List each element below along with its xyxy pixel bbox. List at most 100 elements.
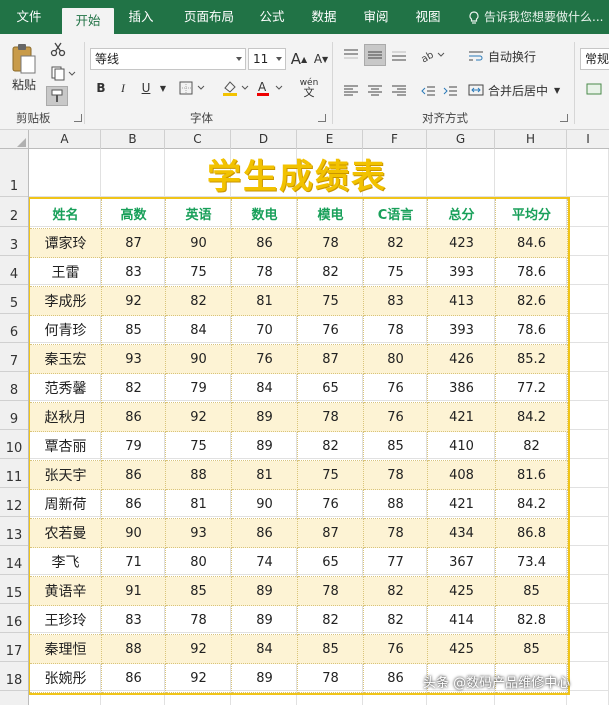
orientation-icon[interactable]: ab — [418, 44, 448, 66]
row-header[interactable]: 8 — [0, 372, 28, 401]
bold-button[interactable]: B — [92, 78, 110, 98]
table-cell[interactable]: 425 — [428, 635, 496, 664]
font-launcher-icon[interactable] — [318, 114, 326, 122]
borders-icon[interactable] — [178, 78, 208, 98]
table-cell[interactable]: 李飞 — [30, 548, 102, 577]
table-cell[interactable]: 82.6 — [496, 287, 568, 316]
table-cell[interactable]: 81.6 — [496, 461, 568, 490]
table-cell[interactable]: 75 — [298, 461, 364, 490]
table-cell[interactable]: 77 — [364, 548, 428, 577]
column-header-e[interactable]: E — [297, 130, 363, 149]
table-cell[interactable]: 92 — [166, 635, 232, 664]
alignment-launcher-icon[interactable] — [560, 114, 568, 122]
table-header-cell[interactable]: 模电 — [298, 199, 364, 229]
tab-insert[interactable]: 插入 — [118, 0, 164, 34]
table-header-cell[interactable]: C语言 — [364, 199, 428, 229]
table-cell[interactable]: 78 — [298, 577, 364, 606]
table-cell[interactable]: 393 — [428, 316, 496, 345]
table-cell[interactable]: 76 — [364, 374, 428, 403]
table-cell[interactable]: 425 — [428, 577, 496, 606]
wrap-text-button[interactable]: 自动换行 — [468, 46, 548, 66]
align-middle-icon[interactable] — [364, 44, 386, 66]
table-cell[interactable]: 76 — [364, 635, 428, 664]
table-cell[interactable]: 83 — [102, 258, 166, 287]
table-cell[interactable]: 83 — [102, 606, 166, 635]
table-cell[interactable]: 90 — [166, 345, 232, 374]
table-cell[interactable]: 86 — [102, 461, 166, 490]
number-format-combo[interactable]: 常规 — [580, 48, 609, 70]
table-cell[interactable]: 张婉彤 — [30, 664, 102, 693]
tab-data[interactable]: 数据 — [302, 0, 346, 34]
table-cell[interactable]: 386 — [428, 374, 496, 403]
tell-me-search[interactable]: 告诉我您想要做什么... — [468, 0, 603, 34]
table-cell[interactable]: 84 — [232, 635, 298, 664]
table-cell[interactable]: 78 — [232, 258, 298, 287]
table-cell[interactable]: 84 — [232, 374, 298, 403]
align-bottom-icon[interactable] — [388, 44, 410, 66]
table-cell[interactable]: 82 — [298, 432, 364, 461]
copy-icon[interactable] — [48, 64, 78, 82]
table-cell[interactable]: 85.2 — [496, 345, 568, 374]
table-cell[interactable]: 423 — [428, 229, 496, 258]
table-cell[interactable]: 87 — [102, 229, 166, 258]
column-header-i[interactable]: I — [567, 130, 609, 149]
align-top-icon[interactable] — [340, 44, 362, 66]
table-cell[interactable]: 86 — [232, 519, 298, 548]
table-cell[interactable]: 范秀馨 — [30, 374, 102, 403]
table-cell[interactable]: 84.2 — [496, 403, 568, 432]
table-cell[interactable]: 76 — [298, 316, 364, 345]
table-cell[interactable]: 82.8 — [496, 606, 568, 635]
table-cell[interactable]: 82 — [496, 432, 568, 461]
table-cell[interactable]: 414 — [428, 606, 496, 635]
table-cell[interactable]: 77.2 — [496, 374, 568, 403]
table-cell[interactable]: 413 — [428, 287, 496, 316]
table-cell[interactable]: 88 — [364, 490, 428, 519]
table-cell[interactable]: 71 — [102, 548, 166, 577]
table-cell[interactable]: 426 — [428, 345, 496, 374]
table-cell[interactable]: 82 — [102, 374, 166, 403]
underline-button[interactable]: U — [136, 78, 156, 98]
phonetic-guide-button[interactable]: wén 文 — [296, 76, 322, 100]
table-cell[interactable]: 421 — [428, 490, 496, 519]
merge-center-button[interactable]: 合并后居中 ▼ — [468, 80, 568, 100]
row-header[interactable]: 15 — [0, 575, 28, 604]
align-left-icon[interactable] — [340, 80, 362, 102]
row-header[interactable]: 9 — [0, 401, 28, 430]
table-cell[interactable]: 92 — [166, 664, 232, 693]
table-cell[interactable]: 78.6 — [496, 258, 568, 287]
table-header-cell[interactable]: 姓名 — [30, 199, 102, 229]
table-cell[interactable]: 82 — [364, 606, 428, 635]
table-cell[interactable]: 93 — [102, 345, 166, 374]
table-cell[interactable]: 88 — [166, 461, 232, 490]
row-header[interactable]: 17 — [0, 633, 28, 662]
table-cell[interactable]: 73.4 — [496, 548, 568, 577]
tab-view[interactable]: 视图 — [406, 0, 450, 34]
table-cell[interactable]: 78 — [364, 461, 428, 490]
column-header-b[interactable]: B — [101, 130, 165, 149]
table-cell[interactable]: 87 — [298, 519, 364, 548]
table-cell[interactable]: 81 — [232, 287, 298, 316]
table-cell[interactable]: 81 — [166, 490, 232, 519]
row-header[interactable]: 14 — [0, 546, 28, 575]
table-cell[interactable]: 78 — [364, 519, 428, 548]
table-cell[interactable]: 王珍玲 — [30, 606, 102, 635]
table-cell[interactable]: 78 — [298, 403, 364, 432]
table-cell[interactable]: 75 — [166, 432, 232, 461]
table-cell[interactable]: 王雷 — [30, 258, 102, 287]
table-cell[interactable]: 85 — [496, 635, 568, 664]
table-cell[interactable]: 410 — [428, 432, 496, 461]
table-cell[interactable]: 78 — [298, 229, 364, 258]
italic-button[interactable]: I — [114, 78, 132, 98]
cut-icon[interactable] — [48, 40, 68, 58]
table-cell[interactable]: 83 — [364, 287, 428, 316]
table-cell[interactable]: 76 — [232, 345, 298, 374]
row-header[interactable]: 4 — [0, 256, 28, 285]
table-header-cell[interactable]: 平均分 — [496, 199, 568, 229]
table-cell[interactable]: 74 — [232, 548, 298, 577]
tab-page-layout[interactable]: 页面布局 — [172, 0, 246, 34]
table-cell[interactable]: 89 — [232, 664, 298, 693]
tab-file[interactable]: 文件 — [4, 0, 54, 34]
column-header-a[interactable]: A — [29, 130, 101, 149]
column-header-d[interactable]: D — [231, 130, 297, 149]
table-cell[interactable]: 89 — [232, 606, 298, 635]
